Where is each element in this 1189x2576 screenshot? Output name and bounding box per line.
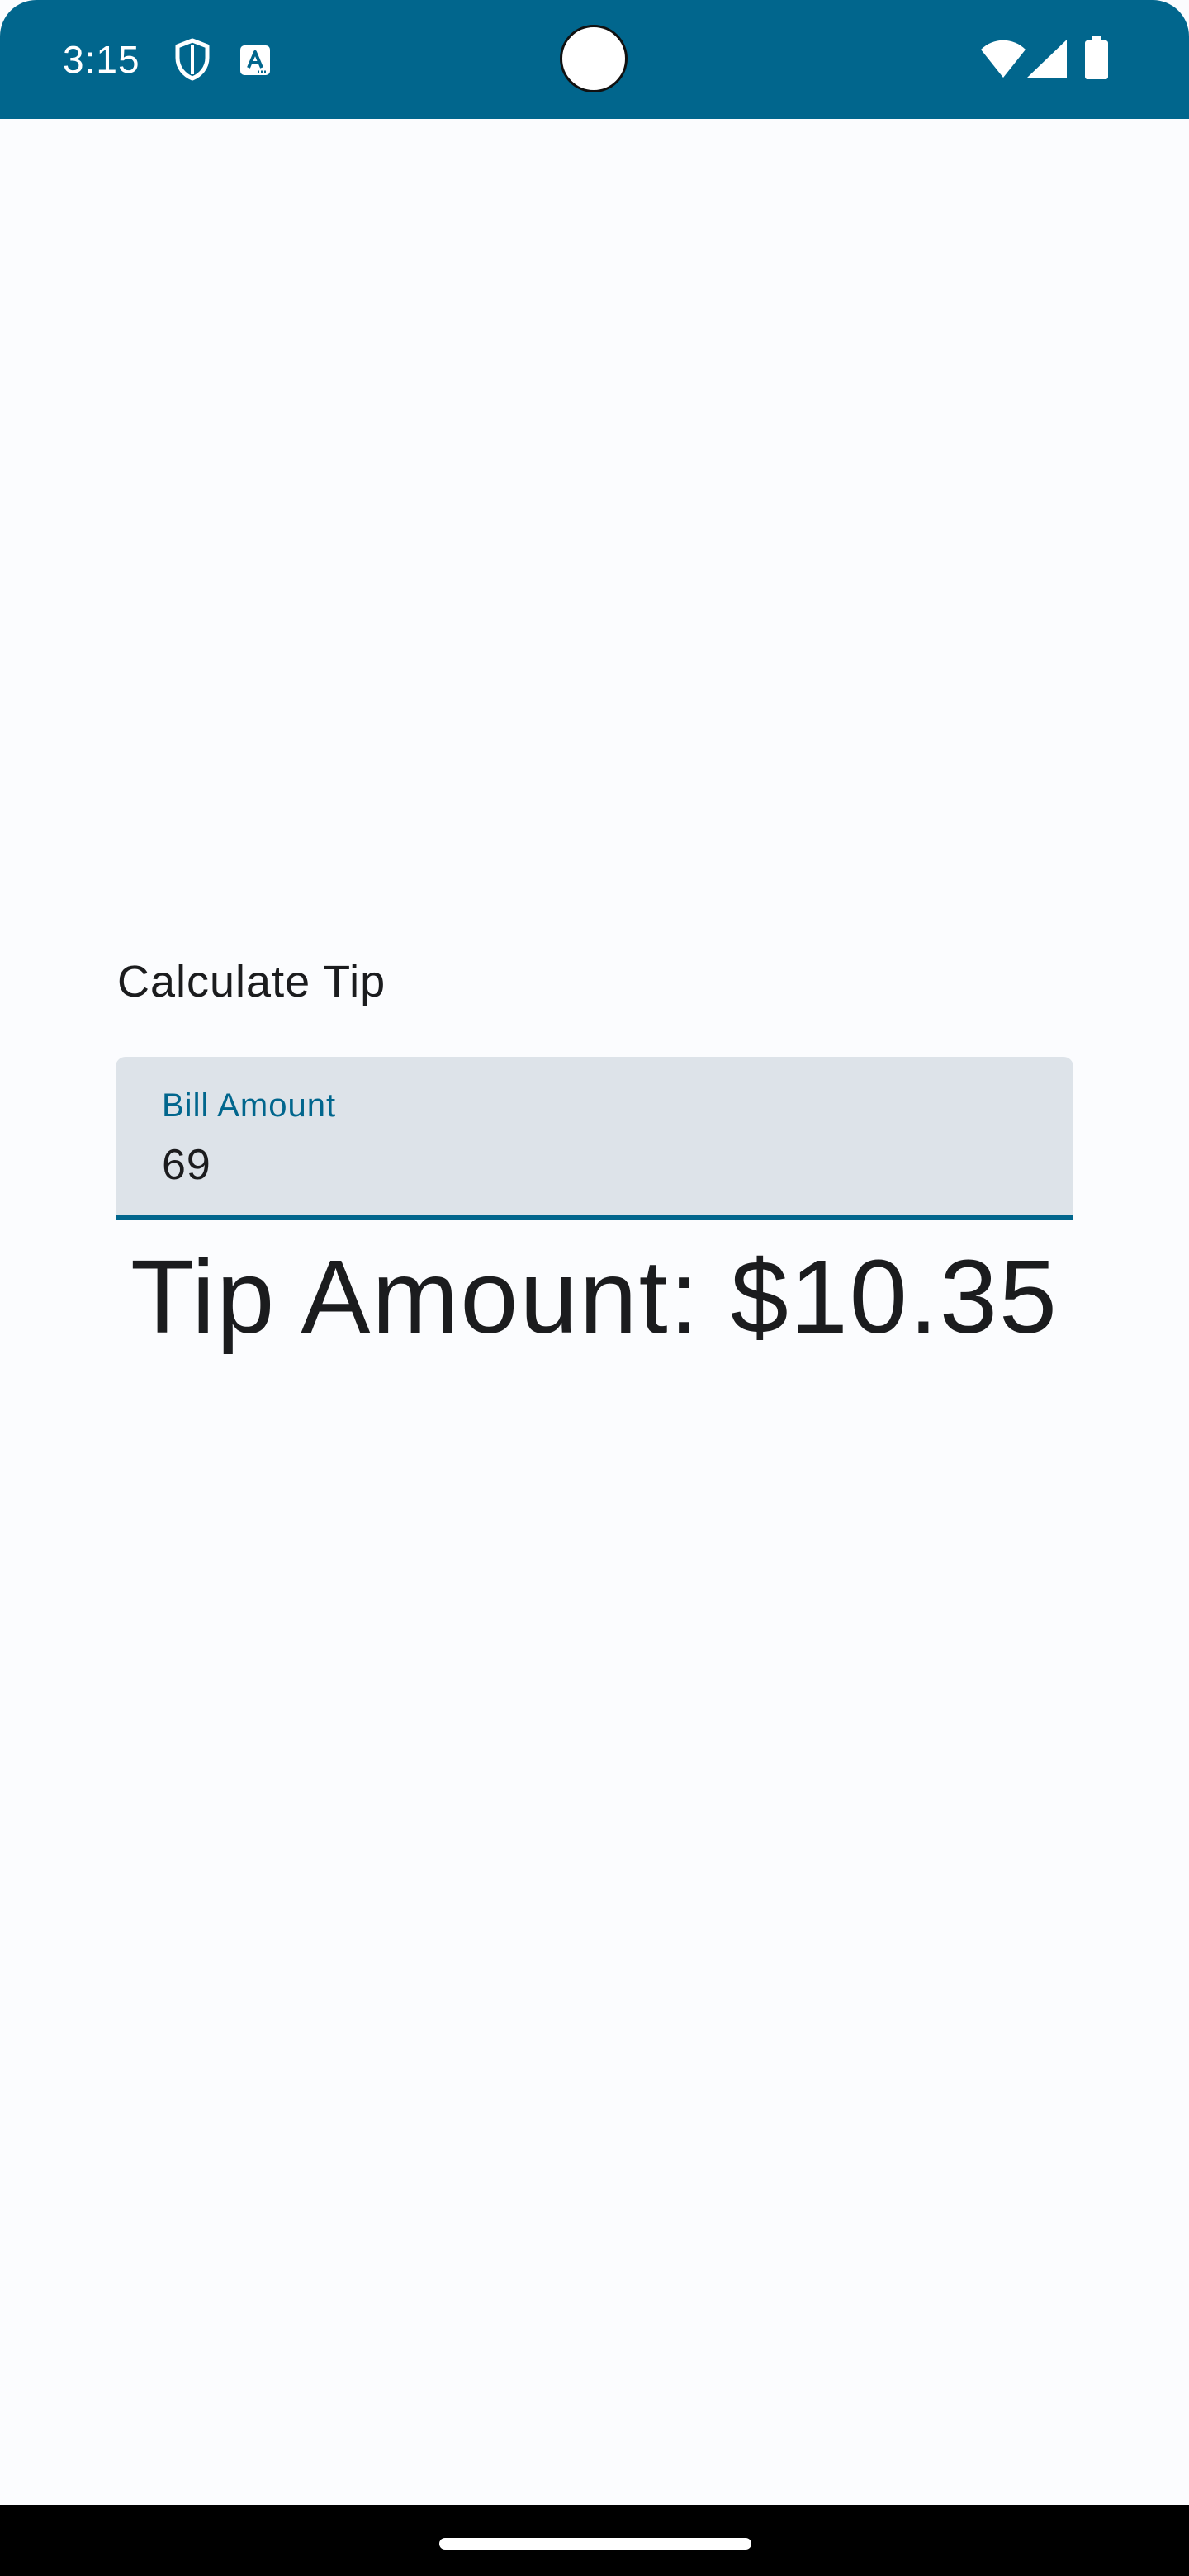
- shield-icon: [175, 38, 210, 81]
- bill-amount-input[interactable]: [162, 1136, 1021, 1194]
- status-bar: 3:15: [0, 0, 1189, 119]
- signal-icon: [1027, 40, 1067, 78]
- text-a-icon: [240, 45, 270, 75]
- page-title: Calculate Tip: [117, 957, 386, 1006]
- tip-amount-text: Tip Amount: $10.35: [130, 1238, 1059, 1355]
- home-handle[interactable]: [439, 2538, 751, 2550]
- camera-cutout: [560, 25, 628, 92]
- status-time: 3:15: [63, 38, 140, 81]
- navigation-bar: [0, 2505, 1189, 2576]
- bill-amount-field[interactable]: Bill Amount: [116, 1057, 1073, 1220]
- bill-amount-label: Bill Amount: [162, 1087, 337, 1124]
- battery-icon: [1085, 36, 1108, 79]
- wifi-icon: [981, 40, 1026, 78]
